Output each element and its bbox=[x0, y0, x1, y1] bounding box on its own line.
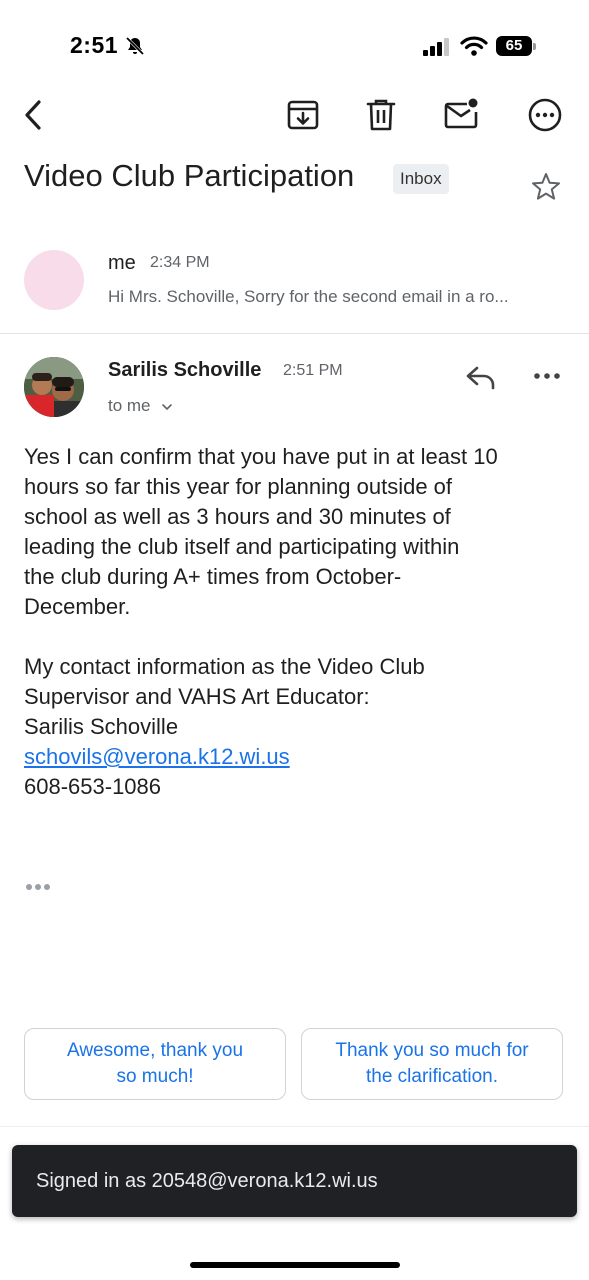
body-line: Supervisor and VAHS Art Educator: bbox=[24, 684, 370, 709]
smart-reply-line: the clarification. bbox=[365, 1066, 498, 1087]
inbox-label-chip[interactable]: Inbox bbox=[393, 164, 449, 194]
wifi-icon bbox=[460, 36, 488, 56]
collapsed-snippet[interactable]: Hi Mrs. Schoville, Sorry for the second … bbox=[108, 287, 558, 307]
trash-icon[interactable] bbox=[363, 97, 399, 133]
mail-unread-icon[interactable] bbox=[443, 97, 479, 133]
show-trimmed-content-icon[interactable] bbox=[25, 880, 53, 894]
signed-in-snackbar: Signed in as 20548@verona.k12.wi.us bbox=[12, 1145, 577, 1217]
phone-number[interactable]: 608-653-1086 bbox=[24, 772, 569, 802]
smart-reply-button[interactable]: Thank you so much for the clarification. bbox=[301, 1028, 563, 1100]
email-subject: Video Club Participation bbox=[24, 158, 355, 193]
star-outline-icon[interactable] bbox=[530, 171, 562, 203]
body-line: Sarilis Schoville bbox=[24, 714, 179, 739]
reply-icon[interactable] bbox=[464, 362, 498, 392]
more-horizontal-icon[interactable] bbox=[532, 366, 562, 386]
sender-name[interactable]: Sarilis Schoville bbox=[108, 359, 261, 382]
body-line: leading the club itself and participatin… bbox=[24, 534, 460, 559]
smart-reply-line: Thank you so much for bbox=[335, 1040, 529, 1061]
sender-avatar[interactable] bbox=[24, 357, 84, 417]
more-circle-icon[interactable] bbox=[527, 97, 563, 133]
smart-reply-button[interactable]: Awesome, thank you so much! bbox=[24, 1028, 286, 1100]
battery-icon: 65 bbox=[496, 36, 538, 58]
chevron-down-icon bbox=[162, 403, 173, 410]
body-line: hours so far this year for planning outs… bbox=[24, 474, 453, 499]
collapsed-timestamp: 2:34 PM bbox=[150, 254, 210, 271]
battery-level: 65 bbox=[496, 36, 532, 56]
body-line: December. bbox=[24, 594, 131, 619]
recipient-details-toggle[interactable]: to me bbox=[108, 396, 173, 416]
message-body: Yes I can confirm that you have put in a… bbox=[24, 442, 569, 802]
cellular-signal-icon bbox=[423, 38, 449, 56]
body-line: school as well as 3 hours and 30 minutes… bbox=[24, 504, 451, 529]
body-line: the club during A+ times from October- bbox=[24, 564, 402, 589]
bell-muted-icon bbox=[125, 36, 145, 56]
divider bbox=[0, 1126, 589, 1127]
email-link[interactable]: schovils@verona.k12.wi.us bbox=[24, 744, 290, 769]
avatar bbox=[24, 250, 84, 310]
status-time: 2:51 bbox=[70, 32, 119, 58]
body-line: Yes I can confirm that you have put in a… bbox=[24, 444, 498, 469]
smart-reply-line: so much! bbox=[116, 1066, 194, 1087]
collapsed-sender[interactable]: me bbox=[108, 252, 136, 275]
recipient-label: to me bbox=[108, 396, 151, 415]
divider bbox=[0, 333, 589, 334]
chevron-left-icon[interactable] bbox=[16, 97, 52, 133]
smart-reply-line: Awesome, thank you bbox=[66, 1040, 244, 1061]
home-indicator[interactable] bbox=[190, 1262, 400, 1268]
archive-icon[interactable] bbox=[285, 97, 321, 133]
message-timestamp: 2:51 PM bbox=[283, 362, 343, 379]
body-line: My contact information as the Video Club bbox=[24, 654, 425, 679]
